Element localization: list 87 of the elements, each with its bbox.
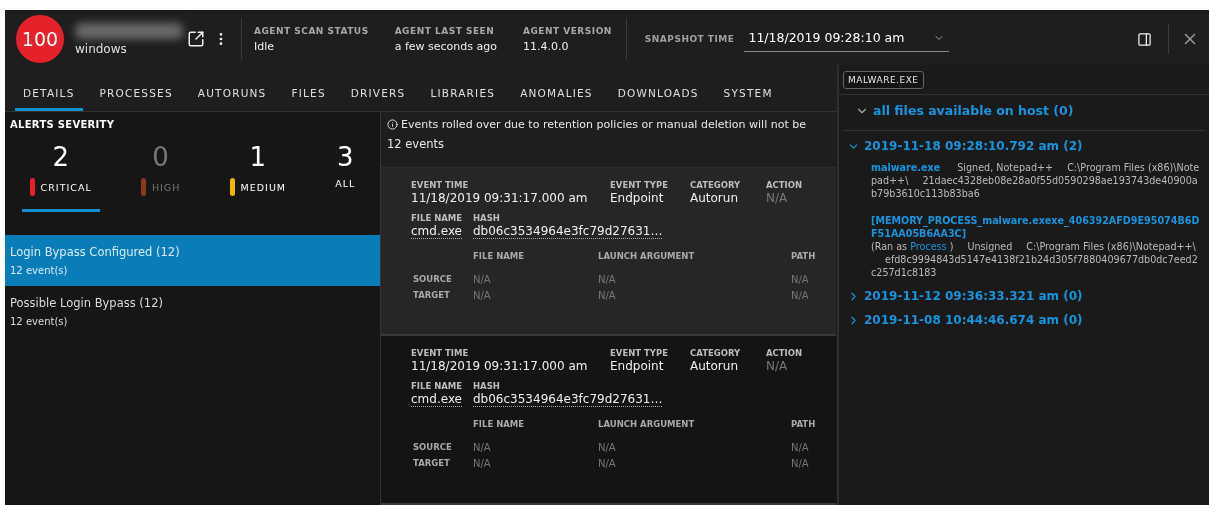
event-count: 12 events [387,137,446,151]
file-name-link[interactable]: malware.exe [871,161,941,174]
tab[interactable]: DOWNLOADS [609,87,707,111]
field-label: CATEGORY [690,348,742,359]
field-value: Endpoint [610,359,665,374]
file-name-link[interactable]: [MEMORY_PROCESS_malware.exexe_406392AFD9E95074B6DF51AA05B6AA3C] [871,214,1201,240]
row-label: SOURCE [412,442,453,454]
field-value: Autorun [690,190,739,205]
stat-value: 11.4.0.0 [522,39,570,53]
process-link[interactable]: Process [910,241,947,252]
table-cell-text: N/A [598,289,617,301]
table-cell-text: N/A [473,273,492,285]
row-label: TARGET [412,289,451,301]
column-header: LAUNCH ARGUMENT [598,250,696,261]
tree-node[interactable]: 2019-11-18 09:28:10.792 am (2) [847,139,1083,153]
table-cell-text: N/A [791,289,810,301]
tree-node[interactable]: 2019-11-08 10:44:46.674 am (0) [847,313,1083,327]
stat-label: AGENT SCAN STATUS [254,25,369,36]
row-label: SOURCE [412,273,453,285]
tree-node[interactable]: 2019-11-12 09:36:33.321 am (0) [847,289,1083,303]
severity-filter[interactable]: 3 ALL [327,142,364,212]
stat-label: AGENT LAST SEEN [394,25,496,36]
field-label: EVENT TYPE [610,348,670,359]
alert-list-item[interactable]: Possible Login Bypass (12) 12 event(s) [5,286,380,337]
tab[interactable]: AUTORUNS [189,87,275,111]
os-label: windows [75,41,128,56]
retention-notice: Events rolled over due to retention policies or manual deletion will not be [401,118,806,131]
column-header: PATH [791,250,817,261]
table-cell-text: N/A [791,273,810,285]
field-value: 11/18/2019 09:31:17.000 am [411,190,589,205]
field-label: FILE NAME [411,212,464,223]
tab[interactable]: PROCESSES [91,87,181,111]
table-cell-text: N/A [473,458,492,470]
table-cell-text: N/A [473,442,492,454]
table-cell-text: N/A [598,442,617,454]
stat-value: a few seconds ago [394,39,497,53]
tab[interactable]: DRIVERS [342,87,414,111]
field-label: EVENT TIME [411,348,470,359]
column-header: LAUNCH ARGUMENT [598,419,696,430]
severity-filter[interactable]: 1 MEDIUM [221,142,295,212]
section-title: ALERTS SEVERITY [9,118,116,130]
event-card[interactable] [381,167,836,337]
side-panel-icon[interactable] [1137,31,1152,47]
field-label: EVENT TYPE [610,179,670,190]
field-value: cmd.exe [411,392,462,408]
stat-label: AGENT VERSION [522,25,612,36]
field-label: ACTION [766,348,804,359]
snapshot-time-dropdown[interactable]: 11/18/2019 09:28:10 am [744,26,950,52]
field-value: Autorun [690,359,739,374]
column-header: FILE NAME [473,250,526,261]
file-entry: [MEMORY_PROCESS_malware.exexe_406392AFD9E95074B6DF51AA05B6AA3C] (Ran as Process ) Unsigned C:\Program Files (x86)\Notepad++\ efd8c9994843d5147e4138f21b24d305f7880409677db0dc7eed2c257d1c8183 [871,214,1201,279]
field-label: HASH [473,381,501,392]
column-header: PATH [791,419,817,430]
field-label: CATEGORY [690,179,742,190]
field-value: db06c3534964e3fc79d27631… [473,392,663,408]
table-cell-text: N/A [598,458,617,470]
info-icon [387,119,398,130]
alert-list-item[interactable]: Login Bypass Configured (12) 12 event(s) [5,235,380,286]
tree-node[interactable]: all files available on host (0) [855,103,1074,118]
table-cell-text: N/A [791,458,810,470]
field-label: FILE NAME [411,381,464,392]
field-label: EVENT TIME [411,179,470,190]
table-cell-text: N/A [473,289,492,301]
table-cell-text: N/A [598,273,617,285]
field-value: Endpoint [610,190,665,205]
snapshot-label: SNAPSHOT TIME [644,34,735,44]
column-header: FILE NAME [473,419,526,430]
file-entry: malware.exe Signed, Notepad++ C:\Program Files (x86)\Notepad++\ 21daec4328eb08e28a0f55d0590298ae193743de40900ab79b3610c113b83ba6 [871,161,1201,200]
tab[interactable]: ANOMALIES [512,87,601,111]
table-cell-text: N/A [791,442,810,454]
field-value: N/A [766,190,789,205]
field-value: 11/18/2019 09:31:17.000 am [411,359,589,374]
tab[interactable]: SYSTEM [715,87,781,111]
external-link-icon[interactable] [187,30,205,48]
tab[interactable]: LIBRARIES [422,87,504,111]
row-label: TARGET [412,458,451,470]
field-label: ACTION [766,179,804,190]
field-value: cmd.exe [411,223,462,239]
severity-filter[interactable]: 2 CRITICAL [21,142,100,212]
field-label: HASH [473,212,501,223]
file-chip: MALWARE.EXE [843,70,924,89]
event-card[interactable] [381,336,836,505]
tab[interactable]: FILES [283,87,334,111]
field-value: N/A [766,359,789,374]
risk-score-badge: 100 [16,15,64,63]
field-value: db06c3534964e3fc79d27631… [473,223,663,239]
stat-value: Idle [254,39,276,53]
